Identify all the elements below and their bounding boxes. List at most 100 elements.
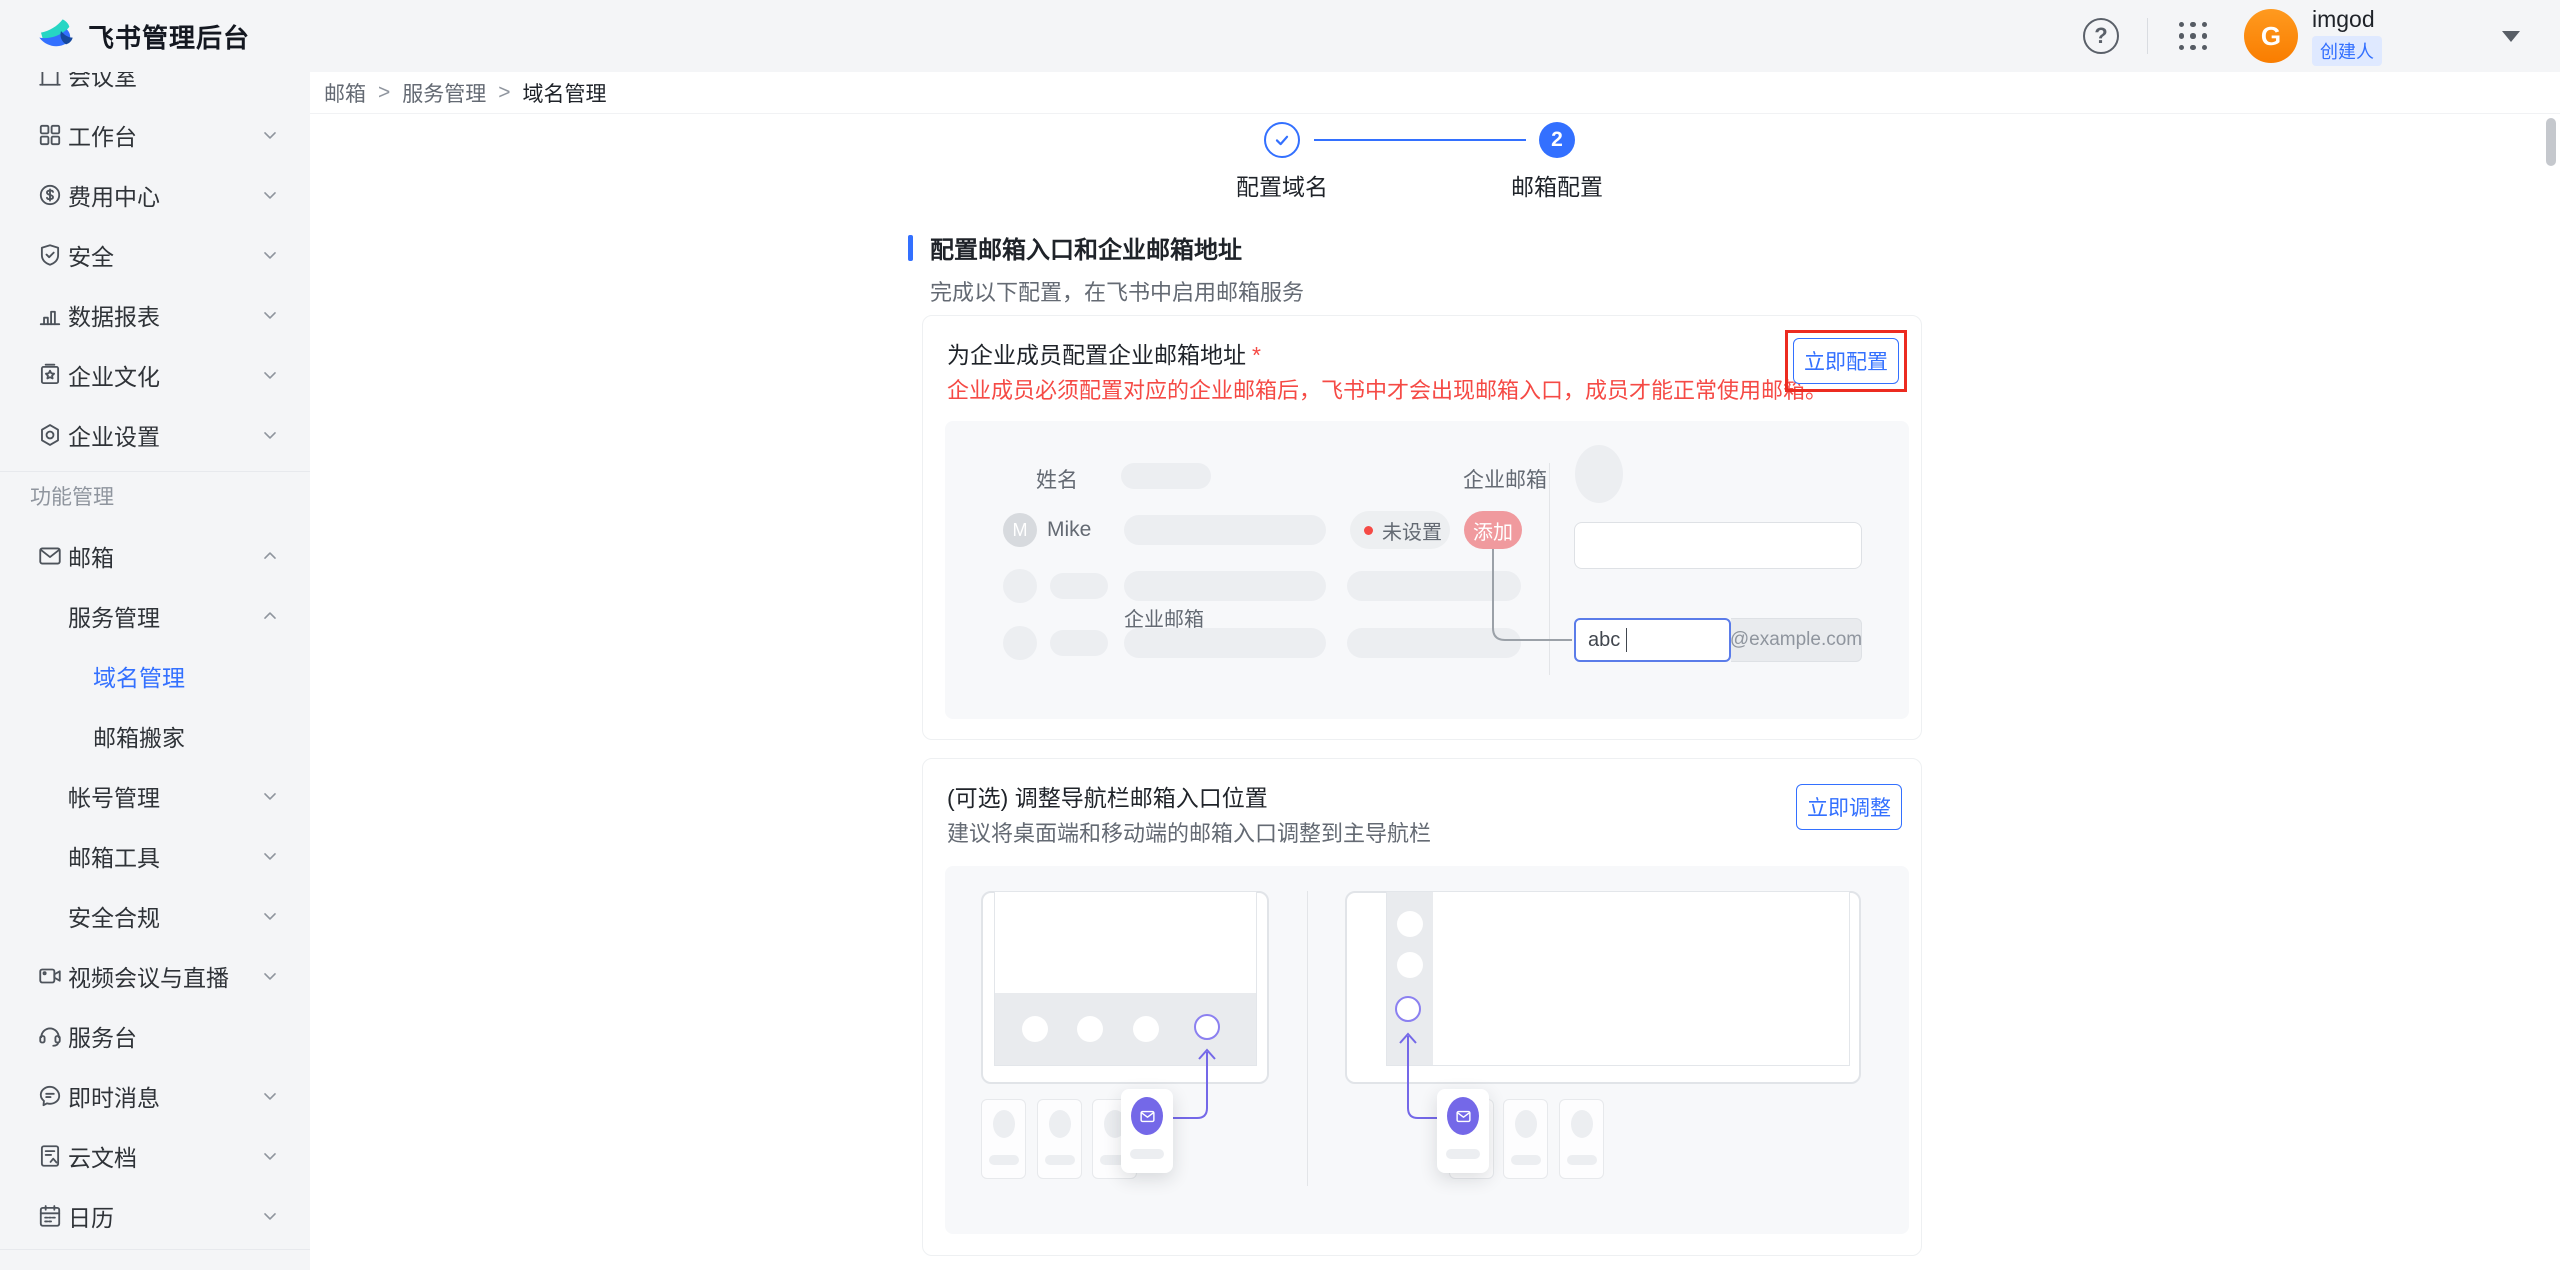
chevron-down-icon: [260, 906, 280, 926]
mailbox-demo-panel: 姓名 企业邮箱 M Mike 未设置 添加 企业邮箱: [945, 421, 1909, 719]
member-name: Mike: [1047, 518, 1091, 542]
workbench-icon: [37, 122, 63, 148]
red-dot-icon: [1364, 526, 1373, 535]
placeholder-bar: [1124, 515, 1326, 545]
sidebar-item-helpdesk[interactable]: 服务台: [0, 1006, 310, 1066]
sidebar-item-security-compliance[interactable]: 安全合规: [0, 886, 310, 946]
app-logo[interactable]: 飞书管理后台: [36, 16, 250, 56]
breadcrumb-separator: >: [378, 81, 390, 105]
stepper-connector: [1314, 139, 1526, 141]
meeting-room-icon: [37, 72, 63, 88]
placeholder-avatar-large: [1575, 445, 1623, 503]
chevron-down-icon: [260, 1146, 280, 1166]
chevron-down-icon: [260, 185, 280, 205]
nav-dot: [1077, 1016, 1103, 1042]
chevron-up-icon: [260, 546, 280, 566]
adjust-now-button[interactable]: 立即调整: [1796, 784, 1902, 830]
sidebar-item-cloud-docs[interactable]: 云文档: [0, 1126, 310, 1186]
sidebar-item-account-management[interactable]: 帐号管理: [0, 766, 310, 826]
chevron-down-icon: [260, 786, 280, 806]
culture-badge-icon: [37, 362, 63, 388]
bar-chart-icon: [37, 302, 63, 328]
sidebar-item-data-report[interactable]: 数据报表: [0, 285, 310, 345]
card1-warning-text: 企业成员必须配置对应的企业邮箱后，飞书中才会出现邮箱入口，成员才能正常使用邮箱。: [947, 373, 1827, 405]
chevron-down-icon: [260, 846, 280, 866]
sidebar-item-workbench[interactable]: 工作台: [0, 105, 310, 165]
sidebar-item-mail-tools[interactable]: 邮箱工具: [0, 826, 310, 886]
chat-bubble-icon: [37, 1083, 63, 1109]
empty-input-field: [1574, 522, 1862, 569]
apps-grid-icon[interactable]: [2176, 19, 2210, 53]
breadcrumb: 邮箱 > 服务管理 > 域名管理: [310, 72, 2560, 114]
nav-demo-panel: [945, 866, 1909, 1234]
chevron-down-icon: [260, 125, 280, 145]
mail-app-tile: [1437, 1089, 1489, 1173]
breadcrumb-mail[interactable]: 邮箱: [324, 78, 366, 108]
red-highlight-box: 立即配置: [1785, 330, 1907, 392]
email-domain-addon: @example.com: [1731, 618, 1862, 662]
nav-dot: [1022, 1016, 1048, 1042]
app-tile: [1559, 1099, 1604, 1179]
calendar-icon: [37, 1203, 63, 1229]
vertical-scrollbar-thumb[interactable]: [2546, 118, 2556, 166]
nav-dot: [1397, 911, 1423, 937]
sidebar-bottom-divider: [0, 1249, 310, 1250]
card-nav-entry: (可选) 调整导航栏邮箱入口位置 建议将桌面端和移动端的邮箱入口调整到主导航栏 …: [922, 758, 1922, 1256]
text-caret: [1626, 628, 1627, 652]
card1-title: 为企业成员配置企业邮箱地址*: [947, 336, 1261, 370]
chevron-down-icon: [260, 305, 280, 325]
feishu-logo-icon: [36, 16, 76, 56]
step2-current-circle: 2: [1539, 122, 1575, 158]
panel-vertical-divider: [1307, 891, 1308, 1186]
top-header: 飞书管理后台 ? G imgod 创建人: [0, 0, 2560, 72]
desktop-mockup-window: [1386, 891, 1850, 1066]
breadcrumb-service-management[interactable]: 服务管理: [402, 78, 486, 108]
member-avatar: M: [1003, 513, 1037, 547]
sidebar-item-mail-migration[interactable]: 邮箱搬家: [0, 706, 310, 766]
chevron-down-icon: [260, 245, 280, 265]
avatar[interactable]: G: [2244, 9, 2298, 63]
breadcrumb-current: 域名管理: [523, 78, 607, 108]
chevron-down-icon: [260, 1206, 280, 1226]
sidebar-item-instant-message[interactable]: 即时消息: [0, 1066, 310, 1126]
section-subtitle: 完成以下配置，在飞书中启用邮箱服务: [930, 275, 1304, 307]
document-icon: [37, 1143, 63, 1169]
sidebar: 会议室 工作台 费用中心 安全 数据报表: [0, 72, 310, 1270]
card2-title: (可选) 调整导航栏邮箱入口位置: [947, 779, 1268, 813]
chevron-down-icon[interactable]: [2502, 31, 2520, 42]
sidebar-item-domain-management[interactable]: 域名管理: [0, 646, 310, 706]
email-column-label: 企业邮箱: [1463, 464, 1547, 494]
placeholder-bar: [1050, 630, 1108, 656]
video-camera-icon: [37, 963, 63, 989]
chevron-down-icon: [260, 1086, 280, 1106]
sidebar-item-security[interactable]: 安全: [0, 225, 310, 285]
sidebar-item-mail[interactable]: 邮箱: [0, 526, 310, 586]
sidebar-item-meeting-room[interactable]: 会议室: [0, 72, 310, 105]
chevron-down-icon: [260, 365, 280, 385]
mail-icon: [1131, 1097, 1163, 1135]
sidebar-item-calendar[interactable]: 日历: [0, 1186, 310, 1246]
app-tile: [981, 1099, 1026, 1179]
mail-icon: [1447, 1097, 1479, 1135]
add-badge: 添加: [1464, 511, 1522, 549]
sidebar-item-service-management[interactable]: 服务管理: [0, 586, 310, 646]
status-badge-not-set: 未设置: [1350, 511, 1450, 549]
email-prefix-input[interactable]: abc: [1574, 618, 1731, 662]
sidebar-item-video-meeting[interactable]: 视频会议与直播: [0, 946, 310, 1006]
sidebar-divider: [0, 471, 310, 472]
placeholder-bar: [1347, 571, 1521, 601]
placeholder-bar: [1124, 628, 1326, 658]
mail-entry-target-slot: [1194, 1014, 1220, 1040]
nav-dot: [1133, 1016, 1159, 1042]
configure-now-button[interactable]: 立即配置: [1793, 338, 1899, 384]
sidebar-item-cost-center[interactable]: 费用中心: [0, 165, 310, 225]
placeholder-avatar: [1003, 569, 1037, 603]
sidebar-item-corp-culture[interactable]: 企业文化: [0, 345, 310, 405]
help-icon[interactable]: ?: [2083, 18, 2119, 54]
step2-label: 邮箱配置: [1477, 168, 1637, 202]
placeholder-bar: [1050, 573, 1108, 599]
section-heading: 配置邮箱入口和企业邮箱地址 完成以下配置，在飞书中启用邮箱服务: [908, 230, 1304, 307]
sidebar-item-corp-settings[interactable]: 企业设置: [0, 405, 310, 465]
accent-bar: [908, 235, 913, 261]
step1-done-circle: [1264, 122, 1300, 158]
